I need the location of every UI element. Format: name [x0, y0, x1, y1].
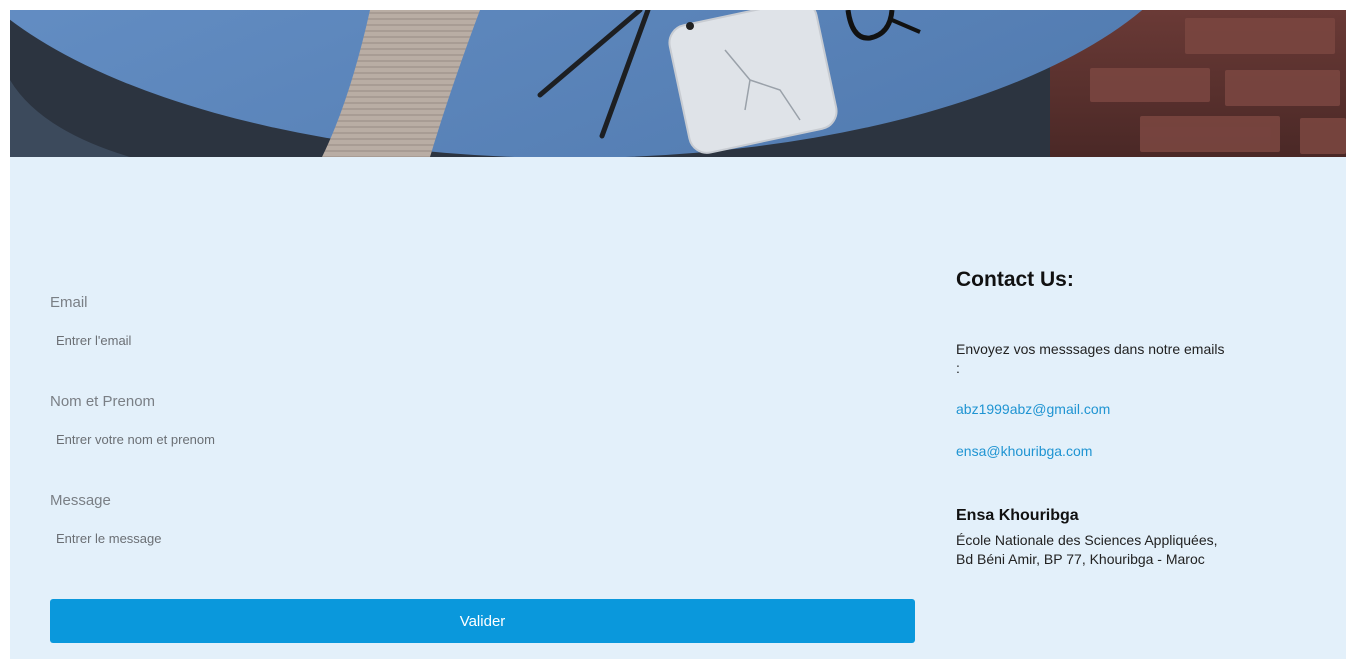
desk-photo-illustration: [10, 10, 1346, 157]
org-name: Ensa Khouribga: [956, 507, 1079, 524]
contact-intro: Envoyez vos messsages dans notre emails …: [956, 341, 1225, 376]
contact-section: Email Nom et Prenom Message Valider Cont…: [10, 157, 1346, 659]
email-label: Email: [50, 294, 88, 311]
message-label: Message: [50, 492, 111, 509]
submit-button[interactable]: Valider: [50, 599, 915, 643]
address-line-1: École Nationale des Sciences Appliquées,: [956, 532, 1218, 548]
name-label: Nom et Prenom: [50, 393, 156, 410]
contact-form: Email Nom et Prenom Message Valider: [50, 157, 916, 659]
hero-banner-image: [10, 10, 1346, 157]
contact-title: Contact Us:: [956, 268, 1074, 291]
org-address: École Nationale des Sciences Appliquées,…: [956, 531, 1218, 569]
page: Email Nom et Prenom Message Valider Cont…: [0, 0, 1346, 659]
email-link-secondary[interactable]: ensa@khouribga.com: [956, 443, 1092, 459]
contact-info: Contact Us: Envoyez vos messsages dans n…: [956, 157, 1296, 659]
message-field[interactable]: [50, 525, 916, 551]
address-line-2: Bd Béni Amir, BP 77, Khouribga - Maroc: [956, 551, 1205, 567]
name-field[interactable]: [50, 426, 916, 452]
email-field[interactable]: [50, 327, 916, 353]
email-link-primary[interactable]: abz1999abz@gmail.com: [956, 401, 1110, 417]
